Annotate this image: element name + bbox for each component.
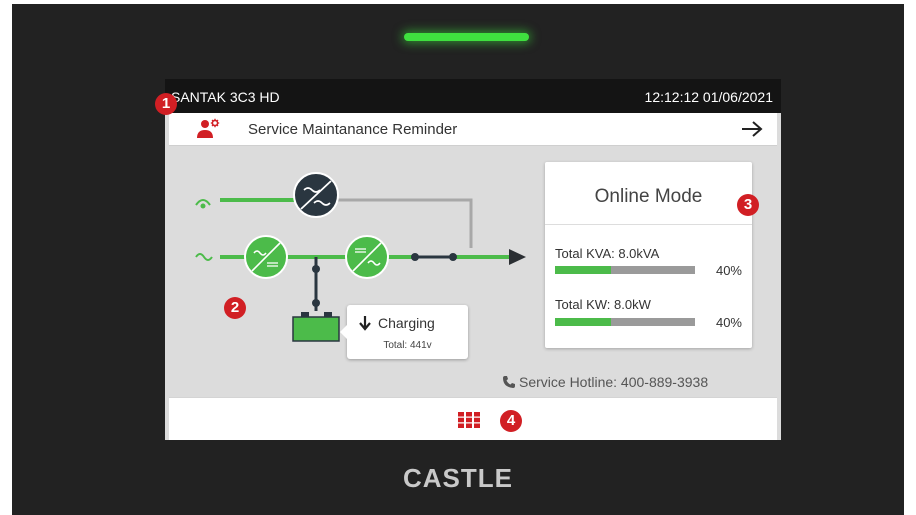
charging-info-card: Charging Total: 441v (340, 305, 468, 359)
bypass-switch-icon (293, 172, 339, 218)
total-kva-bar (555, 266, 695, 274)
total-kw-bar (555, 318, 695, 326)
callout-1: 1 (155, 93, 177, 115)
total-kva-percent: 40% (715, 263, 742, 278)
bypass-input-icon (195, 199, 211, 209)
total-kw-label: Total KW: 8.0kW (555, 297, 651, 312)
card-divider (545, 224, 752, 225)
total-kw-percent: 40% (715, 315, 742, 330)
total-kw-bar-fill (555, 318, 611, 326)
status-led (404, 33, 529, 41)
service-hotline-text: Service Hotline: 400-889-3938 (519, 374, 709, 390)
total-kva-label: Total KVA: 8.0kVA (555, 246, 660, 261)
battery-link-icon (312, 257, 320, 311)
grid-menu-icon[interactable] (458, 412, 480, 428)
brand-logo-text: CASTLE (403, 463, 513, 493)
phone-icon (503, 376, 515, 388)
callout-4: 4 (500, 410, 522, 432)
arrow-down-icon (359, 316, 371, 331)
output-switch-icon (411, 253, 457, 261)
total-kva-bar-fill (555, 266, 611, 274)
callout-2: 2 (224, 297, 246, 319)
charging-status: Charging (378, 315, 435, 331)
battery-total-voltage: Total: 441v (383, 340, 432, 351)
mode-title: Online Mode (594, 186, 703, 207)
battery-icon (292, 312, 340, 342)
bottom-nav-bar (169, 397, 777, 440)
rectifier-icon (244, 235, 288, 279)
output-arrowhead (509, 249, 526, 265)
mode-status-card: Online Mode Total KVA: 8.0kVA 40% Total … (545, 162, 752, 348)
inverter-icon (345, 235, 389, 279)
callout-3: 3 (737, 194, 759, 216)
mains-input-icon (195, 253, 213, 261)
ups-screen: SANTAK 3C3 HD 12:12:12 01/06/2021 Servic… (165, 79, 781, 440)
